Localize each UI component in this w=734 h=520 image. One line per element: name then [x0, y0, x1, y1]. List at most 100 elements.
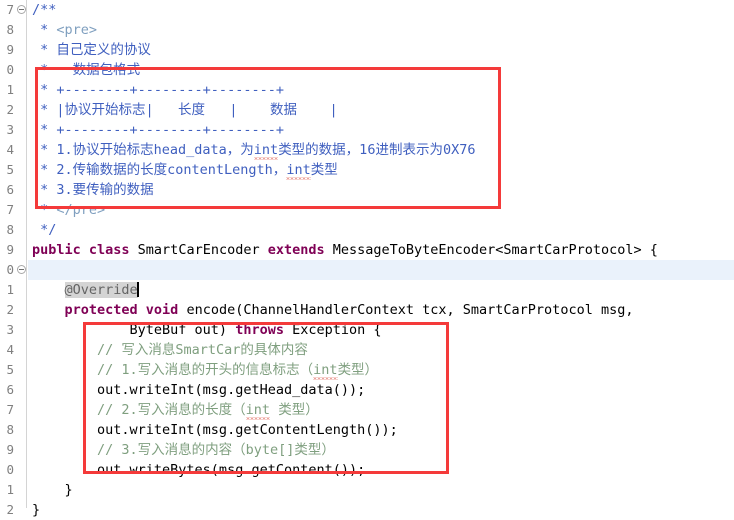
code-line[interactable]: // 1.写入消息的开头的信息标志（int类型） [28, 360, 734, 380]
code-line[interactable] [28, 260, 734, 280]
line-number: 7 [6, 2, 14, 17]
gutter-row[interactable]: 0 [0, 260, 26, 280]
code-token: * [32, 22, 57, 38]
gutter-row[interactable]: 9 [0, 40, 26, 60]
gutter-row[interactable]: 5 [0, 160, 26, 180]
code-token: // 1.写入消息的开头的信息标志（ [32, 362, 314, 378]
gutter-row[interactable]: 9 [0, 440, 26, 460]
line-number: 1 [6, 82, 14, 97]
code-content-area[interactable]: /** * <pre> * 自己定义的协议 * 数据包格式 * +-------… [28, 0, 734, 518]
code-line[interactable]: out.writeBytes(msg.getContent()); [28, 460, 734, 480]
line-number: 0 [6, 262, 14, 277]
gutter-row[interactable]: 8 [0, 220, 26, 240]
gutter-row[interactable]: 4 [0, 140, 26, 160]
gutter-row[interactable]: 6 [0, 380, 26, 400]
gutter-row[interactable]: 3 [0, 320, 26, 340]
code-line[interactable]: * 自己定义的协议 [28, 40, 734, 60]
gutter-row[interactable]: 2 [0, 100, 26, 120]
code-line[interactable]: */ [28, 220, 734, 240]
fold-collapse-icon[interactable] [17, 265, 26, 274]
gutter-row[interactable]: 7 [0, 200, 26, 220]
line-number: 3 [6, 322, 14, 337]
gutter-row[interactable]: 0 [0, 60, 26, 80]
line-number: 5 [6, 162, 14, 177]
code-token: 类型） [337, 362, 379, 378]
code-token: public class [32, 242, 130, 258]
code-token: </pre> [56, 202, 106, 218]
line-number: 9 [6, 442, 14, 457]
code-token: /** [32, 2, 57, 18]
line-number: 2 [6, 102, 14, 117]
code-token: * 数据包格式 [32, 62, 141, 78]
line-number: 0 [6, 62, 14, 77]
code-token: int [245, 402, 271, 420]
code-editor[interactable]: 7 8 9 0 1 2 3 4 5 6 7 8 9 0 1 2 3 4 5 6 7 8 9 0 1 2 /** * <pre> *… [0, 0, 734, 518]
gutter-row[interactable]: 6 [0, 180, 26, 200]
line-number: 8 [6, 22, 14, 37]
line-number: 7 [6, 402, 14, 417]
code-token: // 3.写入消息的内容（byte[]类型） [32, 442, 335, 458]
code-line[interactable]: * 2.传输数据的长度contentLength，int类型 [28, 160, 734, 180]
code-line[interactable]: * 3.要传输的数据 [28, 180, 734, 200]
code-line[interactable]: // 2.写入消息的长度（int 类型） [28, 400, 734, 420]
gutter-row[interactable]: 7 [0, 400, 26, 420]
code-line[interactable]: /** [28, 0, 734, 20]
code-token: * 自己定义的协议 [32, 42, 151, 58]
gutter-row[interactable]: 0 [0, 460, 26, 480]
line-number: 3 [6, 122, 14, 137]
gutter-row[interactable]: 5 [0, 360, 26, 380]
code-token: * +--------+--------+--------+ [32, 82, 284, 98]
gutter-row[interactable]: 7 [0, 0, 26, 20]
line-number: 1 [6, 282, 14, 297]
code-token: Exception { [283, 322, 382, 338]
code-line[interactable]: out.writeInt(msg.getHead_data()); [28, 380, 734, 400]
line-number-gutter[interactable]: 7 8 9 0 1 2 3 4 5 6 7 8 9 0 1 2 3 4 5 6 7 8 9 0 1 2 [0, 0, 27, 517]
code-token: int [253, 142, 279, 160]
code-line[interactable]: // 3.写入消息的内容（byte[]类型） [28, 440, 734, 460]
code-token: * 2.传输数据的长度contentLength， [32, 162, 287, 178]
code-line[interactable]: @Override [28, 280, 734, 300]
code-token: throws [235, 322, 284, 338]
code-token: 类型） [270, 402, 319, 418]
gutter-row[interactable]: 8 [0, 20, 26, 40]
code-line[interactable]: * 数据包格式 [28, 60, 734, 80]
code-token: * 1.协议开始标志head_data，为 [32, 142, 254, 158]
gutter-row[interactable]: 8 [0, 420, 26, 440]
code-line[interactable]: * <pre> [28, 20, 734, 40]
code-token: extends [267, 242, 325, 258]
code-line[interactable]: * </pre> [28, 200, 734, 220]
code-line[interactable]: ByteBuf out) throws Exception { [28, 320, 734, 340]
line-number: 7 [6, 202, 14, 217]
code-line[interactable]: * |协议开始标志| 长度 | 数据 | [28, 100, 734, 120]
code-line[interactable]: } [28, 480, 734, 500]
code-line[interactable]: * +--------+--------+--------+ [28, 80, 734, 100]
code-line[interactable]: // 写入消息SmartCar的具体内容 [28, 340, 734, 360]
code-token: * +--------+--------+--------+ [32, 122, 284, 138]
code-token: out.writeInt(msg.getContentLength()); [32, 422, 398, 438]
gutter-row[interactable]: 4 [0, 340, 26, 360]
line-number: 8 [6, 422, 14, 437]
code-line[interactable]: * 1.协议开始标志head_data，为int类型的数据，16进制表示为0X7… [28, 140, 734, 160]
fold-collapse-icon[interactable] [17, 5, 26, 14]
code-line[interactable]: out.writeInt(msg.getContentLength()); [28, 420, 734, 440]
gutter-row[interactable]: 3 [0, 120, 26, 140]
gutter-row[interactable]: 1 [0, 280, 26, 300]
code-token: out.writeInt(msg.getHead_data()); [32, 382, 366, 398]
line-number: 9 [6, 42, 14, 57]
code-token: <pre> [56, 22, 98, 38]
gutter-row[interactable]: 2 [0, 300, 26, 320]
gutter-row[interactable]: 1 [0, 80, 26, 100]
code-line[interactable]: } [28, 500, 734, 520]
gutter-row[interactable]: 2 [0, 500, 26, 520]
code-line[interactable]: * +--------+--------+--------+ [28, 120, 734, 140]
code-token: * |协议开始标志| 长度 | 数据 | [32, 102, 338, 118]
line-number: 6 [6, 382, 14, 397]
gutter-row[interactable]: 9 [0, 240, 26, 260]
code-token: 类型 [310, 162, 338, 178]
gutter-row[interactable]: 1 [0, 480, 26, 500]
code-token: int [313, 362, 338, 380]
code-line[interactable]: public class SmartCarEncoder extends Mes… [28, 240, 734, 260]
code-line[interactable]: protected void encode(ChannelHandlerCont… [28, 300, 734, 320]
code-token: // 2.写入消息的长度（ [32, 402, 246, 418]
